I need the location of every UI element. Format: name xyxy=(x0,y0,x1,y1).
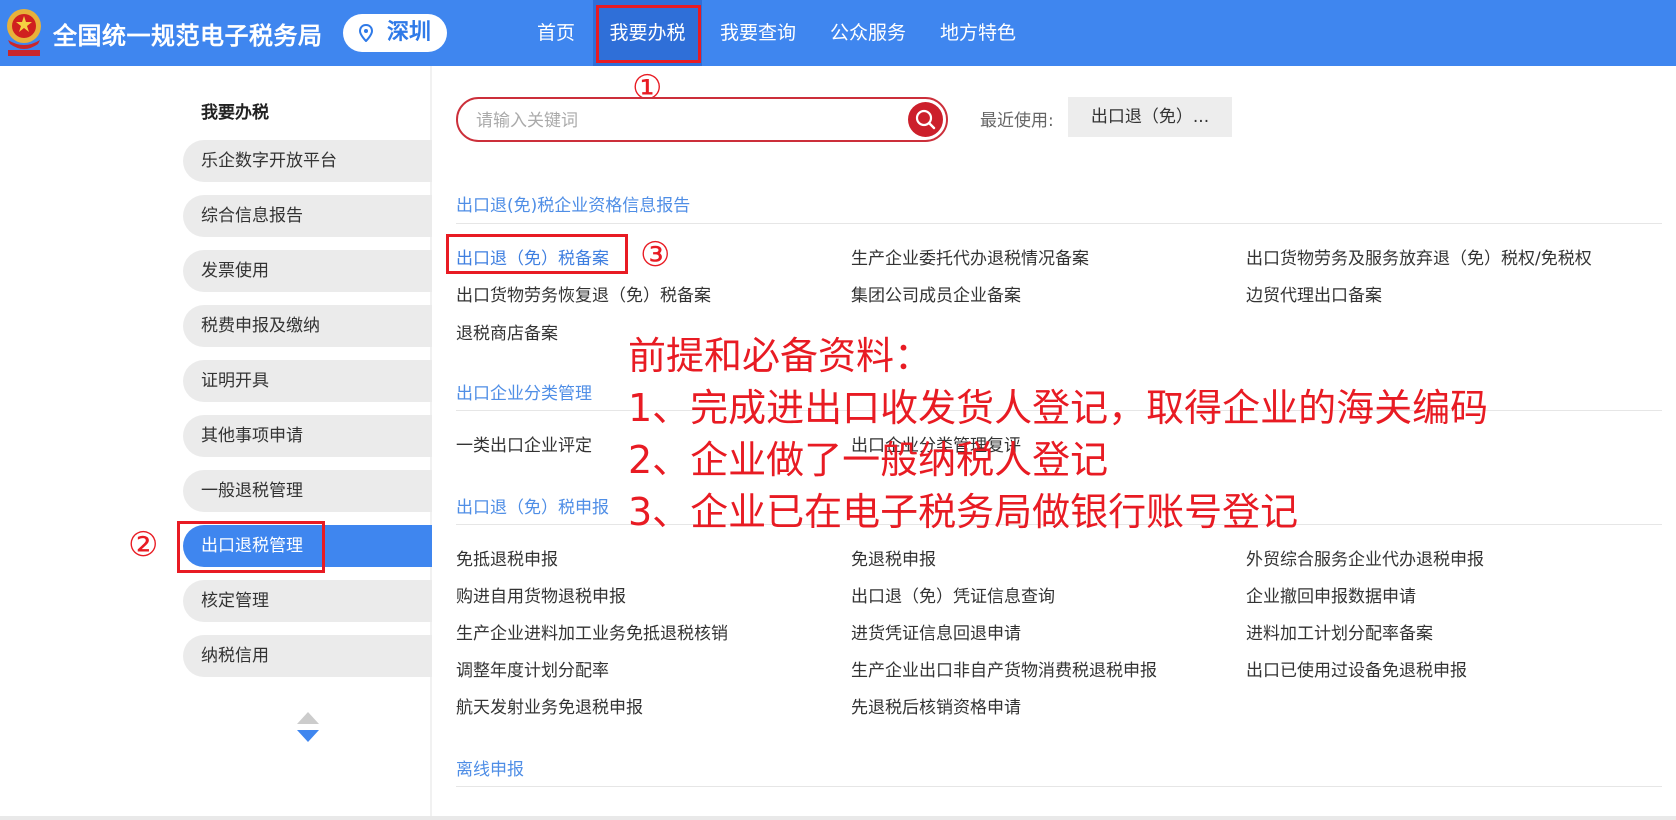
sidebar-item-other-applications[interactable]: 其他事项申请 xyxy=(183,415,432,457)
section-title-declaration: 出口退（免）税申报 xyxy=(456,498,609,518)
annotation-note-line: 1、完成进出口收发货人登记，取得企业的海关编码 xyxy=(628,386,1489,430)
city-name: 深圳 xyxy=(387,20,432,45)
section-divider xyxy=(456,223,1662,224)
search-input[interactable] xyxy=(474,105,878,137)
nav-home[interactable]: 首页 xyxy=(524,0,588,66)
link-restore-refund-filing[interactable]: 出口货物劳务恢复退（免）税备案 xyxy=(456,281,711,306)
scroll-up-icon[interactable] xyxy=(297,712,319,724)
sidebar-item-general-refund[interactable]: 一般退税管理 xyxy=(183,470,432,512)
nav-local-features[interactable]: 地方特色 xyxy=(930,0,1026,66)
annotation-note-line: 前提和必备资料： xyxy=(628,334,933,378)
sidebar-heading: 我要办税 xyxy=(201,103,269,123)
sidebar-item-invoice[interactable]: 发票使用 xyxy=(183,250,432,292)
national-emblem-icon xyxy=(7,9,41,56)
highlight-box-filing-link xyxy=(446,234,628,274)
location-pin-icon xyxy=(358,24,374,42)
link-declaration-item[interactable]: 免抵退税申报 xyxy=(456,545,558,570)
search-button[interactable] xyxy=(908,102,943,137)
link-entrusted-refund-filing[interactable]: 生产企业委托代办退税情况备案 xyxy=(851,244,1089,269)
section-title-classification: 出口企业分类管理 xyxy=(456,384,592,404)
link-declaration-item[interactable]: 航天发射业务免退税申报 xyxy=(456,693,643,718)
top-header: 全国统一规范电子税务局 深圳 首页 我要办税 我要查询 公众服务 地方特色 xyxy=(0,0,1676,66)
bottom-border xyxy=(0,816,1676,820)
sidebar-item-info-report[interactable]: 综合信息报告 xyxy=(183,195,432,237)
link-declaration-item[interactable]: 出口已使用过设备免退税申报 xyxy=(1246,656,1467,681)
link-border-trade-filing[interactable]: 边贸代理出口备案 xyxy=(1246,281,1382,306)
recent-label: 最近使用: xyxy=(980,111,1054,131)
annotation-mark-2: ② xyxy=(128,525,159,565)
sidebar-item-certificate[interactable]: 证明开具 xyxy=(183,360,432,402)
highlight-box-nav xyxy=(596,5,701,63)
link-declaration-item[interactable]: 外贸综合服务企业代办退税申报 xyxy=(1246,545,1484,570)
highlight-box-sidebar xyxy=(177,521,325,573)
link-declaration-item[interactable]: 出口退（免）凭证信息查询 xyxy=(851,582,1055,607)
annotation-note-line: 2、企业做了一般纳税人登记 xyxy=(628,438,1109,482)
section-title-offline[interactable]: 离线申报 xyxy=(456,755,524,780)
annotation-mark-3: ③ xyxy=(640,235,671,275)
link-waive-refund-right[interactable]: 出口货物劳务及服务放弃退（免）税权/免税权 xyxy=(1246,244,1592,269)
city-selector[interactable]: 深圳 xyxy=(343,14,447,52)
link-refund-store-filing[interactable]: 退税商店备案 xyxy=(456,319,558,344)
sidebar-item-leqi[interactable]: 乐企数字开放平台 xyxy=(183,140,432,182)
recent-item-chip[interactable]: 出口退（免）... xyxy=(1068,97,1232,137)
sidebar-item-credit[interactable]: 纳税信用 xyxy=(183,635,432,677)
section-title-qualification: 出口退(免)税企业资格信息报告 xyxy=(456,196,691,216)
sidebar-item-assessment[interactable]: 核定管理 xyxy=(183,580,432,622)
scroll-down-icon[interactable] xyxy=(297,730,319,742)
link-declaration-item[interactable]: 先退税后核销资格申请 xyxy=(851,693,1021,718)
link-declaration-item[interactable]: 企业撤回申报数据申请 xyxy=(1246,582,1416,607)
link-declaration-item[interactable]: 进料加工计划分配率备案 xyxy=(1246,619,1433,644)
link-declaration-item[interactable]: 进货凭证信息回退申请 xyxy=(851,619,1021,644)
link-class-one-rating[interactable]: 一类出口企业评定 xyxy=(456,431,592,456)
nav-public-service[interactable]: 公众服务 xyxy=(820,0,916,66)
nav-query[interactable]: 我要查询 xyxy=(710,0,806,66)
link-declaration-item[interactable]: 生产企业进料加工业务免抵退税核销 xyxy=(456,619,728,644)
link-declaration-item[interactable]: 购进自用货物退税申报 xyxy=(456,582,626,607)
link-declaration-item[interactable]: 调整年度计划分配率 xyxy=(456,656,609,681)
section-divider xyxy=(456,786,1662,787)
search-icon xyxy=(915,109,936,130)
link-group-member-filing[interactable]: 集团公司成员企业备案 xyxy=(851,281,1021,306)
link-declaration-item[interactable]: 免退税申报 xyxy=(851,545,936,570)
annotation-note-line: 3、企业已在电子税务局做银行账号登记 xyxy=(628,490,1299,534)
site-title[interactable]: 全国统一规范电子税务局 xyxy=(53,16,323,51)
sidebar-item-declaration[interactable]: 税费申报及缴纳 xyxy=(183,305,432,347)
search-box xyxy=(456,97,948,142)
link-declaration-item[interactable]: 生产企业出口非自产货物消费税退税申报 xyxy=(851,656,1157,681)
